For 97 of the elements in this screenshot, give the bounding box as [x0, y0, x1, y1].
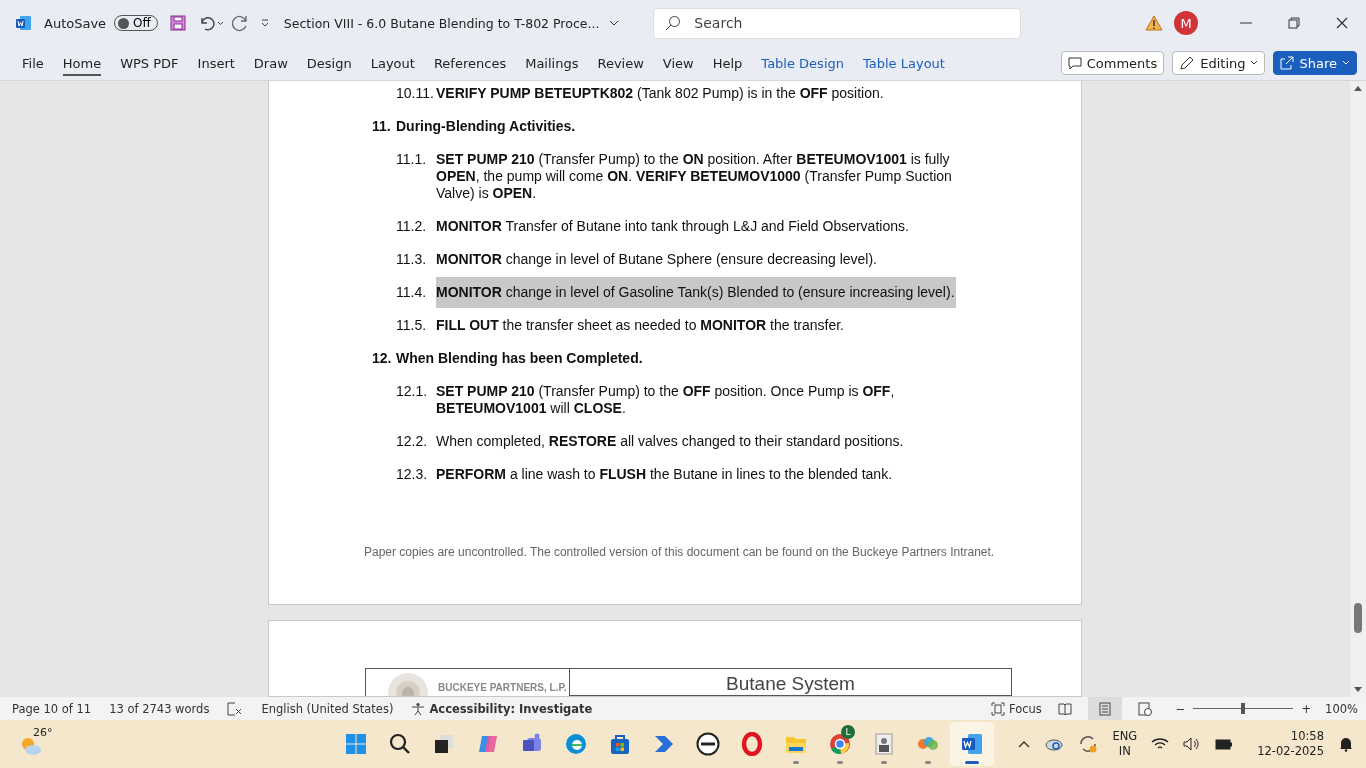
ribbon-tab[interactable]: Draw — [244, 51, 297, 75]
ribbon-tab[interactable]: Help — [703, 51, 752, 75]
ribbon-tab[interactable]: Mailings — [516, 51, 588, 75]
heading-text: When Blending has been Completed. — [396, 350, 643, 366]
step-number: 11.3. — [396, 251, 428, 268]
weather-icon — [20, 736, 42, 756]
step-number: 11.1. — [396, 151, 428, 169]
redo-icon[interactable] — [231, 14, 250, 32]
zoom-percentage[interactable]: 100% — [1325, 701, 1358, 716]
step-number: 12.3. — [396, 466, 429, 483]
caret-icon — [1342, 60, 1350, 66]
accessibility-icon[interactable] — [411, 701, 426, 716]
word-logo-icon — [16, 15, 32, 31]
user-avatar[interactable]: M — [1174, 11, 1198, 35]
editing-button[interactable]: Editing — [1172, 51, 1266, 75]
ribbon-tab[interactable]: References — [424, 51, 516, 75]
focus-icon[interactable] — [991, 701, 1005, 716]
ribbon-tab[interactable]: File — [13, 51, 53, 75]
restore-icon[interactable] — [1288, 17, 1300, 29]
ribbon-tab[interactable]: Insert — [188, 51, 244, 75]
scroll-down-icon[interactable] — [1354, 687, 1362, 693]
step-text: SET PUMP 210 (Transfer Pump) to the ON position. After BETEUMOV1001 is fully OPEN, the pump will come ON. VERIFY BETEUMOV1000 (Transfer Pump Suction Valve) is OPEN. — [436, 151, 952, 201]
heading-number: 11. — [372, 118, 392, 135]
step-text: MONITOR Transfer of Butane into tank through L&J and Field Observations. — [436, 218, 909, 234]
sync-icon[interactable] — [1078, 735, 1099, 753]
step-text: FILL OUT the transfer sheet as needed to MONITOR the transfer. — [436, 317, 844, 333]
scrollbar-thumb[interactable] — [1354, 603, 1362, 633]
warning-icon[interactable] — [1145, 15, 1163, 31]
zoom-out-button[interactable]: − — [1175, 701, 1186, 716]
browser-icon[interactable] — [564, 732, 588, 756]
ribbon-tab[interactable]: View — [653, 51, 703, 75]
page-footer-text: Paper copies are uncontrolled. The controlled version of this document can be found on the Buckeye Partners Intranet. — [364, 545, 995, 559]
zoom-in-button[interactable]: + — [1301, 701, 1312, 716]
step-number: 10.11. — [396, 85, 435, 102]
circle-logo-icon[interactable] — [696, 732, 720, 756]
document-title[interactable]: Section VIII - 6.0 Butane Blending to T-802 Proce... — [283, 15, 600, 31]
ribbon-tab[interactable]: Table Design — [752, 51, 853, 75]
page-count[interactable]: Page 10 of 11 — [12, 701, 92, 716]
zoom-slider-thumb[interactable] — [1241, 703, 1246, 714]
step-number: 11.5. — [396, 317, 428, 334]
heading-text: During-Blending Activities. — [396, 118, 576, 134]
heading-number: 12. — [372, 350, 393, 367]
step-text: SET PUMP 210 (Transfer Pump) to the OFF position. Once Pump is OFF, BETEUMOV1001 will CLOSE. — [436, 383, 895, 416]
language-status[interactable]: English (United States) — [261, 701, 394, 716]
search-icon[interactable] — [388, 732, 412, 756]
print-layout-icon[interactable] — [1087, 697, 1122, 720]
vertical-scrollbar[interactable] — [1350, 81, 1366, 697]
volume-icon[interactable] — [1183, 737, 1202, 751]
ribbon-tab[interactable]: WPS PDF — [111, 51, 188, 75]
battery-icon[interactable] — [1215, 738, 1234, 750]
ribbon-tab[interactable]: Home — [53, 51, 111, 75]
notification-bell-icon[interactable] — [1338, 736, 1354, 752]
store-icon[interactable] — [608, 732, 632, 756]
share-button[interactable]: Share — [1273, 51, 1357, 75]
step-text: PERFORM a line wash to FLUSH the Butane in lines to the blended tank. — [436, 466, 893, 482]
autosave-label: AutoSave — [44, 15, 107, 31]
step-number: 12.1. — [396, 383, 429, 401]
start-icon[interactable] — [344, 732, 368, 756]
step-number: 12.2. — [396, 433, 429, 450]
ribbon-tab[interactable]: Review — [588, 51, 653, 75]
step-number: 11.4. — [396, 284, 428, 301]
comment-icon — [1067, 56, 1082, 70]
close-icon[interactable] — [1336, 17, 1348, 29]
chevron-down-icon[interactable] — [609, 19, 620, 27]
step-text: When completed, RESTORE all valves changed to their standard positions. — [436, 433, 904, 449]
save-icon[interactable] — [169, 15, 186, 31]
step-text: MONITOR change in level of Gasoline Tank(s) Blended to (ensure increasing level). — [436, 277, 956, 308]
caret-icon — [1250, 60, 1259, 66]
step-number: 11.2. — [396, 218, 428, 235]
wifi-icon[interactable] — [1151, 737, 1170, 751]
ribbon-tab[interactable]: Design — [297, 51, 361, 75]
scroll-up-icon[interactable] — [1354, 85, 1362, 91]
system-clock[interactable]: 10:58 12-02-2025 — [1257, 729, 1324, 759]
ribbon-tab[interactable]: Table Layout — [854, 51, 954, 75]
weather-widget[interactable]: 26° — [20, 726, 60, 762]
input-language-indicator[interactable]: ENG IN — [1112, 729, 1138, 759]
accessibility-status[interactable]: Accessibility: Investigate — [429, 701, 593, 716]
company-name: BUCKEYE PARTNERS, L.P. — [438, 682, 567, 694]
ribbon-tab[interactable]: Layout — [361, 51, 424, 75]
share-icon — [1280, 56, 1295, 70]
profile-badge: L — [841, 725, 855, 739]
pencil-icon — [1179, 55, 1196, 71]
focus-mode[interactable]: Focus — [1009, 701, 1042, 716]
id-card-app-icon[interactable] — [872, 732, 896, 756]
search-icon — [665, 14, 682, 31]
page-header-title: Butane System — [726, 673, 855, 694]
step-text: MONITOR change in level of Butane Sphere (ensure decreasing level). — [436, 251, 877, 267]
task-view-icon[interactable] — [432, 732, 456, 756]
search-field[interactable]: Search — [653, 7, 1022, 39]
ring-logo-icon[interactable] — [740, 732, 764, 756]
word-count[interactable]: 13 of 2743 words — [109, 701, 210, 716]
proofing-icon[interactable] — [227, 701, 244, 716]
word-icon[interactable] — [960, 732, 984, 756]
step-text: VERIFY PUMP BETEUPTK802 (Tank 802 Pump) is in the OFF position. — [436, 85, 884, 101]
chevron-up-icon[interactable] — [1018, 740, 1031, 748]
comments-button[interactable]: Comments — [1060, 51, 1165, 75]
customize-toolbar-icon[interactable] — [259, 18, 270, 28]
